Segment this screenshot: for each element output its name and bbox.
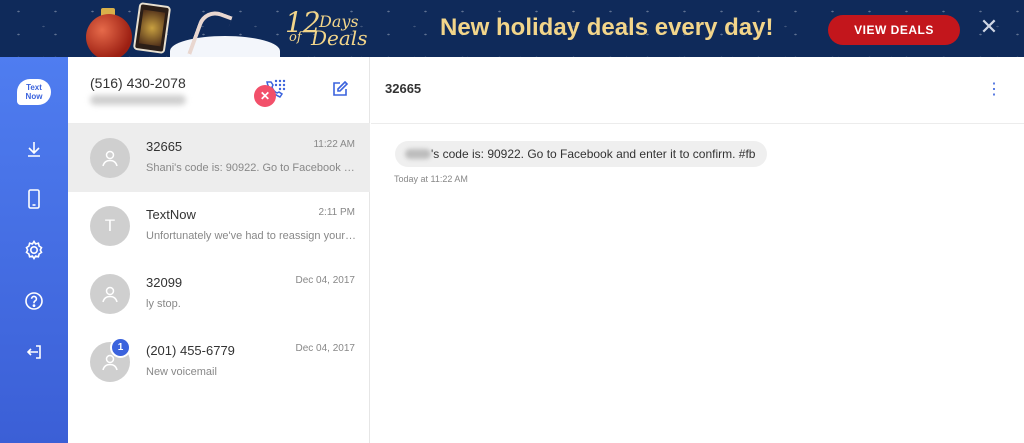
logout-icon[interactable]	[20, 338, 48, 366]
ornament-image	[86, 14, 132, 57]
conversation-item-textnow[interactable]: T TextNow 2:11 PM Unfortunately we've ha…	[68, 192, 370, 260]
message-text: 's code is: 90922. Go to Facebook and en…	[431, 147, 756, 161]
more-options-icon[interactable]: ⋮	[986, 81, 1002, 99]
unread-badge: 1	[110, 337, 131, 358]
message-thread: 32665 ⋮ 's code is: 90922. Go to Faceboo…	[371, 57, 1024, 443]
avatar	[90, 138, 130, 178]
account-email-redacted	[90, 95, 186, 105]
conversation-item-32099[interactable]: 32099 Dec 04, 2017 ly stop.	[68, 260, 370, 328]
my-phone-number: (516) 430-2078	[90, 75, 186, 91]
conversation-time: 11:22 AM	[313, 139, 355, 150]
conversation-name: 32665	[146, 139, 183, 154]
of-word: of	[289, 30, 302, 45]
conversation-time: Dec 04, 2017	[295, 275, 356, 286]
message-timestamp: Today at 11:22 AM	[394, 174, 468, 184]
promo-banner: 12 Days of Deals New holiday deals every…	[0, 0, 1024, 57]
redacted-name	[405, 149, 431, 159]
conversation-preview: New voicemail	[146, 366, 217, 378]
conversation-item-2014556779[interactable]: 1 (201) 455-6779 Dec 04, 2017 New voicem…	[68, 328, 370, 396]
conversation-name: TextNow	[146, 207, 196, 222]
gear-icon[interactable]	[20, 236, 48, 264]
phone-image	[132, 2, 172, 54]
person-icon	[102, 286, 118, 303]
view-deals-button[interactable]: VIEW DEALS	[828, 15, 960, 45]
thread-title: 32665	[385, 81, 422, 96]
thread-header: 32665 ⋮	[371, 57, 1024, 124]
conversation-preview: Unfortunately we've had to reassign your…	[146, 230, 358, 242]
conversation-preview: Shani's code is: 90922. Go to Facebook a…	[146, 162, 358, 174]
avatar	[90, 274, 130, 314]
conversation-name: 32099	[146, 275, 183, 290]
conversation-item-32665[interactable]: 32665 11:22 AM Shani's code is: 90922. G…	[68, 124, 370, 192]
textnow-logo[interactable]: Text Now	[17, 79, 51, 105]
sidebar: Text Now	[0, 57, 68, 443]
account-header: (516) 430-2078 ✕	[68, 57, 370, 124]
conversation-name: (201) 455-6779	[146, 343, 235, 358]
conversation-time: 2:11 PM	[318, 207, 356, 218]
conversation-preview: ly stop.	[146, 298, 181, 310]
twelve-days-logo: 12 Days of Deals	[285, 4, 395, 54]
deals-word: Deals	[311, 26, 368, 50]
conversation-time: Dec 04, 2017	[295, 343, 356, 354]
compose-icon[interactable]	[330, 79, 350, 99]
close-icon[interactable]: ✕	[978, 16, 1000, 38]
banner-headline: New holiday deals every day!	[440, 14, 774, 41]
dialer-button[interactable]: ✕	[254, 75, 294, 111]
call-status-badge: ✕	[254, 85, 276, 107]
phone-device-icon[interactable]	[20, 185, 48, 213]
download-icon[interactable]	[20, 135, 48, 163]
conversation-list: (516) 430-2078 ✕ 32665 11:22 AM Shani's …	[68, 57, 370, 443]
help-icon[interactable]	[20, 287, 48, 315]
message-bubble: 's code is: 90922. Go to Facebook and en…	[395, 141, 768, 167]
avatar: T	[90, 206, 130, 246]
person-icon	[102, 150, 118, 167]
